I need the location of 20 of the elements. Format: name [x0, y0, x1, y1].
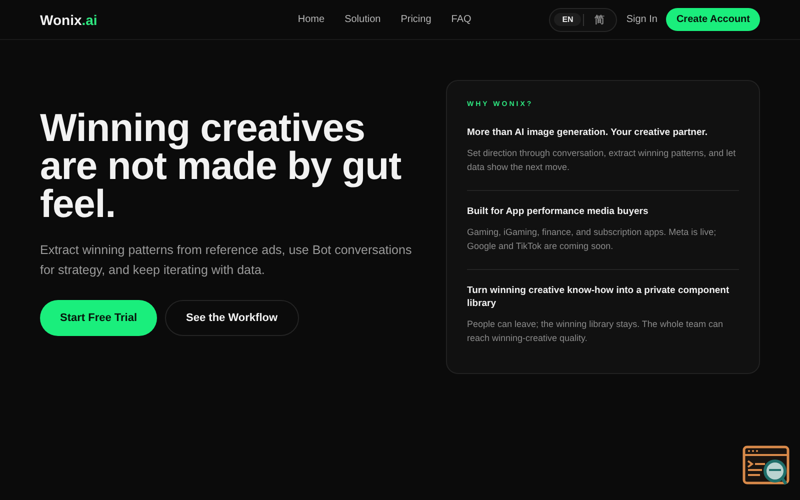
nav-link[interactable]: Pricing: [400, 14, 432, 25]
nav-link[interactable]: Home: [298, 14, 325, 25]
hero-title: Winning creatives are not made by gut feel.: [40, 110, 402, 224]
hero-subtitle: Extract winning patterns from reference ads, use Bot conversations for strategy, and keep iterating with data.: [40, 242, 413, 279]
feature-text: Set direction through conversation, extract winning patterns, and let data show the next move.: [467, 147, 737, 174]
feature-title: Turn winning creative know-how into a private component library: [467, 284, 730, 310]
nav-link[interactable]: Solution: [344, 14, 381, 25]
feature-title: Built for App performance media buyers: [467, 205, 650, 218]
feature-text: Gaming, iGaming, finance, and subscription apps. Meta is live; Google and TikTok are coming soon.: [467, 226, 718, 253]
workflow-button[interactable]: See the Workflow: [165, 300, 299, 336]
sign-in-link[interactable]: Sign In: [626, 14, 658, 25]
brand-logo[interactable]: Wonix.ai: [40, 12, 240, 28]
feature-title: More than AI image generation. Your creative partner.: [467, 126, 709, 139]
language-option[interactable]: 简: [586, 10, 612, 28]
start-trial-button[interactable]: Start Free Trial: [40, 300, 158, 336]
create-account-button[interactable]: Create Account: [666, 8, 760, 31]
terminal-search-icon[interactable]: [742, 445, 790, 487]
nav-link[interactable]: FAQ: [451, 14, 472, 25]
feature-text: People can leave; the winning library stays. The whole team can reach winning-creative quality.: [467, 318, 724, 345]
language-option[interactable]: EN: [554, 13, 582, 26]
